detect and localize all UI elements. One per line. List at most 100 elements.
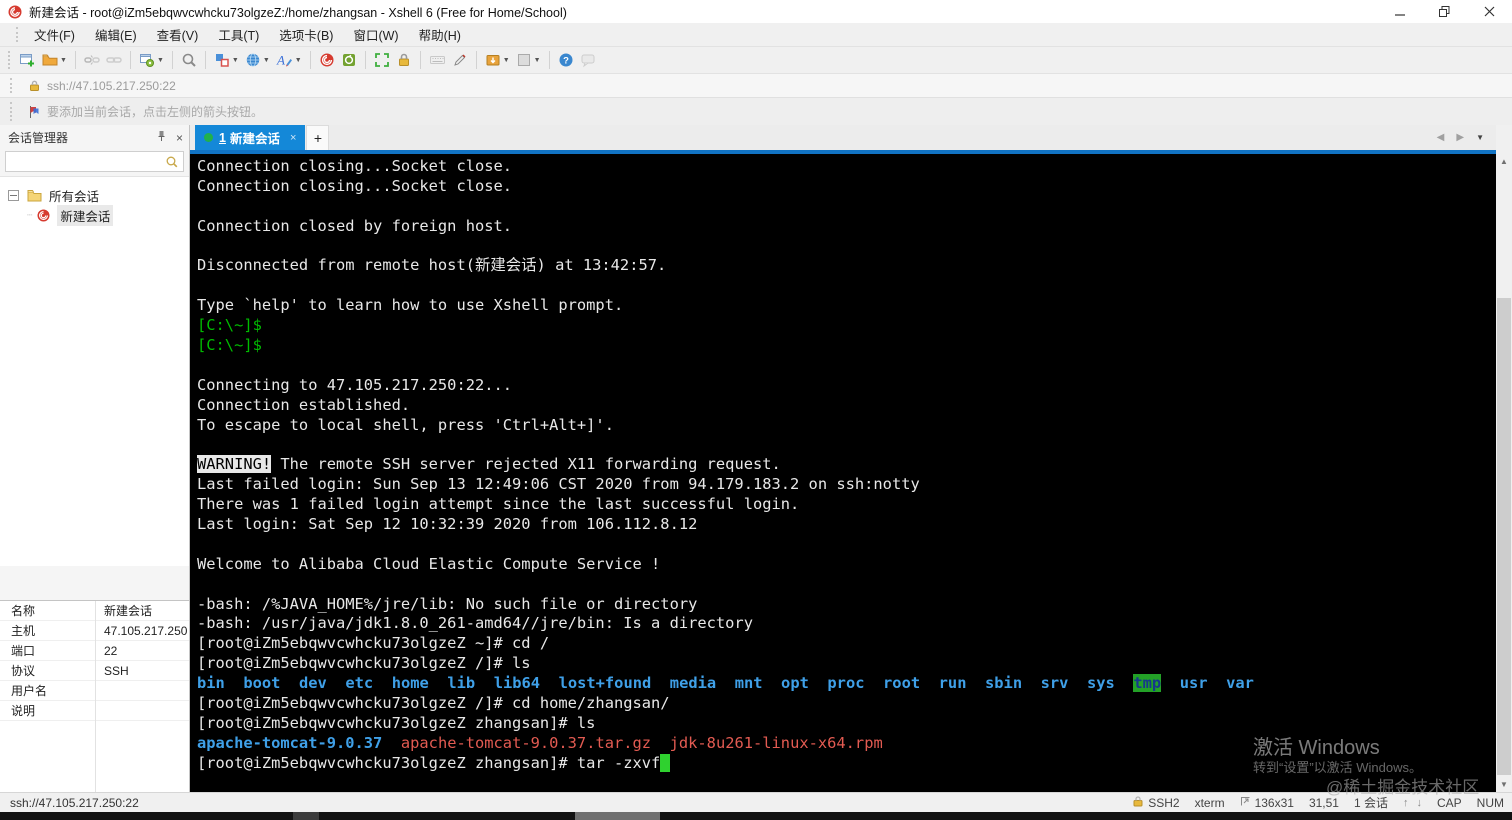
terminal-line: WARNING! The remote SSH server rejected …: [197, 455, 1496, 475]
dropdown-caret-icon[interactable]: ▼: [232, 57, 239, 64]
status-ssh2: SSH2: [1132, 795, 1179, 810]
tree-connector: ┄: [27, 210, 32, 221]
toolbar-separator: [310, 51, 311, 69]
compose-icon[interactable]: [449, 49, 471, 72]
menu-item[interactable]: 窗口(W): [343, 23, 408, 46]
folder-icon: [26, 188, 43, 203]
menu-item[interactable]: 查看(V): [147, 23, 209, 46]
menu-bar: 文件(F)编辑(E)查看(V)工具(T)选项卡(B)窗口(W)帮助(H): [0, 23, 1512, 46]
property-value: 47.105.217.250: [95, 624, 187, 638]
tree-item-label[interactable]: 所有会话: [49, 186, 99, 205]
status-num-lock: NUM: [1477, 796, 1504, 810]
toolbar: ▼▼▼▼A▼▼▼?: [0, 46, 1512, 73]
tab-session[interactable]: 1 新建会话 ×: [195, 125, 305, 150]
new-tab-button[interactable]: +: [306, 125, 329, 150]
dropdown-caret-icon[interactable]: ▼: [503, 57, 510, 64]
xftp-icon[interactable]: [338, 49, 360, 72]
property-label: 名称: [0, 602, 95, 619]
terminal-line: -bash: /usr/java/jdk1.8.0_261-amd64//jre…: [197, 614, 1496, 634]
terminal-line: [root@iZm5ebqwvcwhcku73olgzeZ ~]# cd /: [197, 634, 1496, 654]
toolbar-separator: [172, 51, 173, 69]
session-manager-title: 会话管理器: [8, 129, 68, 146]
resize-icon: [1240, 796, 1251, 810]
transparency-icon[interactable]: ▼: [513, 49, 544, 72]
terminal-line: [197, 535, 1496, 555]
dropdown-caret-icon[interactable]: ▼: [263, 57, 270, 64]
close-button[interactable]: [1467, 0, 1512, 23]
panel-close-icon[interactable]: ×: [176, 131, 183, 145]
property-label: 说明: [0, 702, 95, 719]
toolbar-separator: [420, 51, 421, 69]
scrollbar-thumb[interactable]: [1497, 298, 1511, 775]
toolbar-separator: [75, 51, 76, 69]
status-terminal-size: 136x31: [1240, 796, 1294, 810]
terminal-pane: 1 新建会话 × + ◀ ▶ ▼ Connection closing...So…: [190, 125, 1496, 792]
session-properties-icon[interactable]: ▼: [136, 49, 167, 72]
upload-arrow-icon: ↑: [1403, 797, 1409, 809]
session-search-input[interactable]: [5, 151, 184, 172]
download-arrow-icon: ↓: [1416, 797, 1422, 809]
pin-icon[interactable]: [156, 130, 167, 145]
dropdown-caret-icon[interactable]: ▼: [534, 57, 541, 64]
terminal-line: [C:\~]$: [197, 336, 1496, 356]
restore-button[interactable]: [1422, 0, 1467, 23]
dropdown-caret-icon[interactable]: ▼: [157, 57, 164, 64]
transfer-icon[interactable]: ▼: [482, 49, 513, 72]
status-bar: ssh://47.105.217.250:22 SSH2 xterm 136x3…: [0, 792, 1512, 812]
minimize-button[interactable]: [1377, 0, 1422, 23]
dropdown-caret-icon[interactable]: ▼: [295, 57, 302, 64]
menu-item[interactable]: 编辑(E): [85, 23, 147, 46]
tree-item-session[interactable]: ┄ 新建会话: [0, 205, 189, 225]
tree-expander-icon[interactable]: [8, 190, 19, 201]
scroll-up-icon[interactable]: ▲: [1496, 154, 1512, 169]
tree-item-label[interactable]: 新建会话: [57, 205, 113, 226]
tab-scroll-left-icon[interactable]: ◀: [1437, 132, 1445, 143]
tab-close-icon[interactable]: ×: [290, 132, 296, 144]
terminal-line: Type `help' to learn how to use Xshell p…: [197, 296, 1496, 316]
font-icon[interactable]: A▼: [273, 49, 305, 72]
dropdown-caret-icon[interactable]: ▼: [60, 57, 67, 64]
toolbar-grip: [8, 51, 13, 69]
new-session-icon[interactable]: [16, 49, 39, 72]
terminal-line: Connection closing...Socket close.: [197, 177, 1496, 197]
menu-grip: [16, 27, 21, 42]
disconnect-icon: [81, 49, 103, 72]
main-area: 会话管理器 × 所有会话 ┄: [0, 125, 1512, 792]
help-icon[interactable]: ?: [555, 49, 577, 72]
color-scheme-icon[interactable]: ▼: [211, 49, 242, 72]
toolbar-separator: [365, 51, 366, 69]
address-url[interactable]: ssh://47.105.217.250:22: [47, 79, 176, 93]
tab-list-dropdown-icon[interactable]: ▼: [1476, 133, 1484, 142]
terminal-line: Disconnected from remote host(新建会话) at 1…: [197, 256, 1496, 276]
svg-text:?: ?: [563, 56, 569, 67]
address-bar: ssh://47.105.217.250:22: [0, 73, 1512, 97]
properties-divider: [95, 601, 96, 792]
xshell-icon[interactable]: [316, 49, 338, 72]
menu-item[interactable]: 帮助(H): [409, 23, 471, 46]
terminal-scrollbar[interactable]: ▲ ▼: [1496, 154, 1512, 792]
find-icon[interactable]: [178, 49, 200, 72]
svg-text:A: A: [276, 53, 285, 68]
property-label: 端口: [0, 642, 95, 659]
scroll-down-icon[interactable]: ▼: [1496, 777, 1512, 792]
lock-icon[interactable]: [393, 49, 415, 72]
menu-item[interactable]: 选项卡(B): [269, 23, 343, 46]
tree-item-all-sessions[interactable]: 所有会话: [0, 185, 189, 205]
terminal-line: -bash: /%JAVA_HOME%/jre/lib: No such fil…: [197, 595, 1496, 615]
menu-item[interactable]: 工具(T): [208, 23, 269, 46]
web-icon[interactable]: ▼: [242, 49, 273, 72]
tab-scroll-right-icon[interactable]: ▶: [1456, 132, 1464, 143]
terminal-output[interactable]: Connection closing...Socket close. Connec…: [190, 154, 1496, 792]
xshell-app-icon: [7, 4, 23, 20]
fullscreen-icon[interactable]: [371, 49, 393, 72]
terminal-line: apache-tomcat-9.0.37 apache-tomcat-9.0.3…: [197, 734, 1496, 754]
menu-item[interactable]: 文件(F): [24, 23, 85, 46]
terminal-line: Connection established.: [197, 396, 1496, 416]
session-manager-header: 会话管理器 ×: [0, 125, 189, 150]
terminal-line: [197, 575, 1496, 595]
tab-title: 新建会话: [230, 128, 280, 147]
terminal-line: bin boot dev etc home lib lib64 lost+fou…: [197, 674, 1496, 694]
toolbar-separator: [476, 51, 477, 69]
terminal-line: [197, 356, 1496, 376]
open-session-icon[interactable]: ▼: [39, 49, 70, 72]
